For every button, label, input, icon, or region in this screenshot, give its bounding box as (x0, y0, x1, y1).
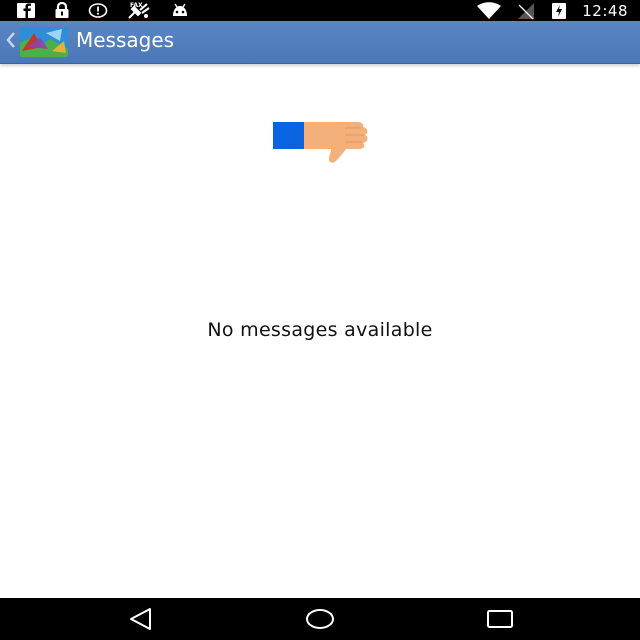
back-icon[interactable] (126, 606, 156, 632)
page-title: Messages (76, 28, 175, 52)
up-navigation-button[interactable] (4, 23, 68, 61)
app-logo-icon (20, 27, 68, 57)
recents-icon[interactable] (485, 606, 515, 632)
thumbs-down-icon (273, 119, 385, 165)
chevron-left-icon (4, 30, 18, 54)
empty-state: No messages available (0, 64, 640, 598)
status-time: 12:48 (582, 1, 628, 20)
system-indicators: 12:48 (476, 1, 628, 20)
home-icon[interactable] (305, 606, 335, 632)
signal-off-icon (516, 2, 536, 20)
status-bar: FAX 12:48 (0, 0, 640, 21)
wifi-icon (476, 1, 502, 20)
action-bar: Messages (0, 21, 640, 64)
info-circle-icon (88, 2, 108, 19)
fax-satellite-icon: FAX (126, 1, 152, 20)
lock-icon (54, 2, 70, 19)
screen: FAX 12:48 Messages No messages available (0, 0, 640, 640)
empty-state-message: No messages available (207, 319, 433, 341)
navigation-bar (0, 598, 640, 640)
battery-charging-icon (550, 1, 568, 20)
notification-icons: FAX (16, 2, 190, 19)
facebook-icon (16, 2, 36, 19)
android-icon (170, 2, 190, 19)
